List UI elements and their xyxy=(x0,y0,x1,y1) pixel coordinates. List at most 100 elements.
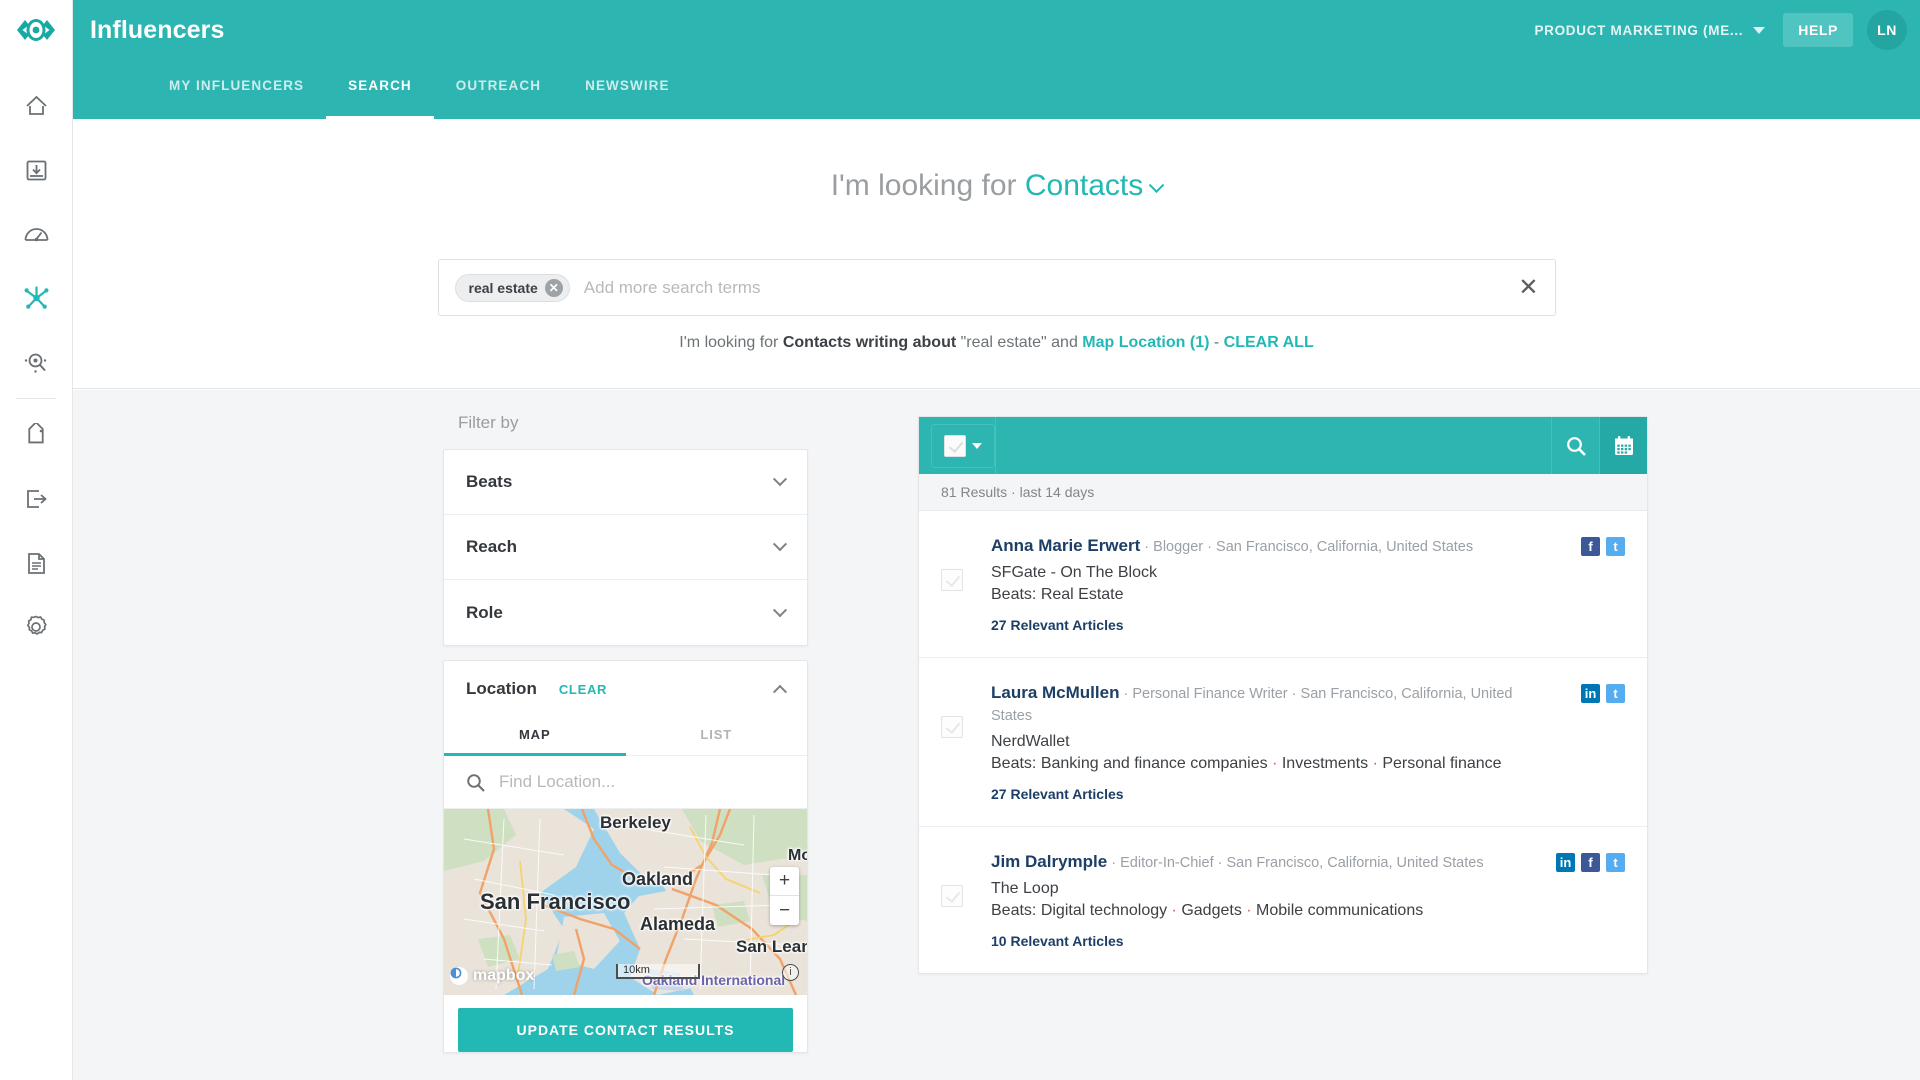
search-icon xyxy=(467,773,485,792)
contact-outlet: SFGate - On The Block xyxy=(991,564,1157,581)
filter-reach-label: Reach xyxy=(466,537,518,556)
linkedin-icon[interactable]: in xyxy=(1581,684,1600,703)
row-checkbox[interactable] xyxy=(941,716,963,738)
contact-name[interactable]: Laura McMullen xyxy=(991,683,1119,702)
filter-location-header[interactable]: Location CLEAR xyxy=(444,661,807,717)
rail-item-export[interactable] xyxy=(0,467,73,531)
rail-item-settings[interactable] xyxy=(0,595,73,659)
facebook-icon[interactable]: f xyxy=(1581,537,1600,556)
social-links: in t xyxy=(1581,684,1625,703)
account-switcher[interactable]: PRODUCT MARKETING (ME... xyxy=(1534,23,1773,38)
row-checkbox[interactable] xyxy=(941,569,963,591)
filter-card: Beats Reach Role xyxy=(443,449,808,646)
date-range-button[interactable] xyxy=(1599,417,1647,474)
tab-my-influencers[interactable]: MY INFLUENCERS xyxy=(147,60,326,119)
rail-item-home[interactable] xyxy=(0,74,73,138)
help-button[interactable]: HELP xyxy=(1783,13,1853,47)
chip-label: real estate xyxy=(468,279,538,296)
location-search-input[interactable] xyxy=(499,772,785,792)
content-area: Filter by Beats Reach Role Location CLEA… xyxy=(73,390,1920,1080)
close-icon[interactable]: ✕ xyxy=(544,278,563,297)
chevron-down-icon xyxy=(1753,26,1766,34)
tab-search[interactable]: SEARCH xyxy=(326,60,434,119)
filter-beats[interactable]: Beats xyxy=(444,450,807,515)
twitter-icon[interactable]: t xyxy=(1606,853,1625,872)
rail-item-tags[interactable] xyxy=(0,403,73,467)
table-row[interactable]: Anna Marie Erwert · Blogger · San Franci… xyxy=(919,511,1647,658)
tab-newswire[interactable]: NEWSWIRE xyxy=(563,60,692,119)
map-info-icon[interactable]: i xyxy=(782,964,799,981)
update-contact-results-button[interactable]: UPDATE CONTACT RESULTS xyxy=(458,1008,793,1052)
filters-column: Filter by Beats Reach Role Location CLEA… xyxy=(443,390,808,1053)
eye-logo-icon xyxy=(17,19,55,41)
relevant-articles-link[interactable]: 10 Relevant Articles xyxy=(991,933,1537,949)
search-box[interactable]: real estate ✕ ✕ xyxy=(437,259,1556,316)
account-label: PRODUCT MARKETING (ME... xyxy=(1534,22,1744,38)
filters-heading: Filter by xyxy=(458,413,519,432)
location-clear-link[interactable]: CLEAR xyxy=(559,682,607,697)
twitter-icon[interactable]: t xyxy=(1606,537,1625,556)
facebook-icon[interactable]: f xyxy=(1581,853,1600,872)
chevron-down-icon[interactable] xyxy=(972,442,982,449)
left-icon-rail xyxy=(0,0,73,1080)
rail-item-reports[interactable] xyxy=(0,531,73,595)
tab-outreach[interactable]: OUTREACH xyxy=(434,60,563,119)
contact-beats: Beats: Digital technology · Gadgets · Mo… xyxy=(991,902,1537,920)
inbox-download-icon xyxy=(26,160,46,180)
row-headline: Laura McMullen · Personal Finance Writer… xyxy=(991,683,1513,724)
location-search-row[interactable] xyxy=(444,756,807,809)
beats-values: Banking and finance companies · Investme… xyxy=(1040,755,1502,772)
location-tab-map[interactable]: MAP xyxy=(444,717,626,756)
filter-reach[interactable]: Reach xyxy=(444,515,807,580)
beats-label: Beats: xyxy=(991,902,1037,919)
clear-search-icon[interactable]: ✕ xyxy=(1506,275,1538,300)
select-all-checkbox[interactable] xyxy=(944,434,966,457)
linkedin-icon[interactable]: in xyxy=(1556,853,1575,872)
app-root: Influencers PRODUCT MARKETING (ME... HEL… xyxy=(0,0,1920,1080)
chevron-down-icon xyxy=(772,472,788,487)
avatar[interactable]: LN xyxy=(1867,10,1907,50)
contact-location: San Francisco, California, United States xyxy=(1226,855,1484,871)
search-hero: I'm looking for Contacts real estate ✕ ✕… xyxy=(73,119,1920,389)
search-type-dropdown[interactable]: Contacts xyxy=(1025,169,1143,202)
location-tab-list[interactable]: LIST xyxy=(626,717,808,755)
clear-all-link[interactable]: CLEAR ALL xyxy=(1224,334,1314,351)
map-zoom-in-button[interactable]: + xyxy=(770,867,799,896)
toolbar-spacer xyxy=(995,417,1551,474)
table-row[interactable]: Jim Dalrymple · Editor-In-Chief · San Fr… xyxy=(919,827,1647,973)
network-hub-icon xyxy=(24,286,48,309)
filter-role[interactable]: Role xyxy=(444,580,807,645)
mapbox-attribution[interactable]: mapbox xyxy=(450,967,534,985)
contact-name[interactable]: Anna Marie Erwert xyxy=(991,536,1140,555)
beats-label: Beats: xyxy=(991,755,1037,772)
row-checkbox[interactable] xyxy=(941,885,963,907)
row-content: Jim Dalrymple · Editor-In-Chief · San Fr… xyxy=(991,851,1647,949)
twitter-icon[interactable]: t xyxy=(1606,684,1625,703)
map-zoom-out-button[interactable]: − xyxy=(770,896,799,925)
chevron-up-icon[interactable] xyxy=(772,684,788,699)
results-toolbar xyxy=(919,417,1647,474)
summary-location-link[interactable]: Map Location (1) xyxy=(1082,334,1209,351)
search-input[interactable] xyxy=(583,277,1507,298)
rail-item-influencers[interactable] xyxy=(0,266,73,330)
chevron-down-icon xyxy=(772,537,788,552)
results-count: 81 Results · last 14 days xyxy=(919,474,1647,511)
app-logo[interactable] xyxy=(0,0,73,60)
location-map[interactable]: Berkeley Oakland Alameda San Francisco S… xyxy=(444,809,807,995)
select-all-dropdown[interactable] xyxy=(931,423,995,468)
chevron-down-icon[interactable] xyxy=(1148,177,1165,194)
filter-location-label: Location xyxy=(466,679,537,698)
rail-item-search-analytics[interactable] xyxy=(0,330,73,394)
relevant-articles-link[interactable]: 27 Relevant Articles xyxy=(991,786,1537,802)
rail-item-dashboard[interactable] xyxy=(0,202,73,266)
contact-name[interactable]: Jim Dalrymple xyxy=(991,852,1107,871)
rail-item-inbox[interactable] xyxy=(0,138,73,202)
location-mode-tabs: MAP LIST xyxy=(444,717,807,756)
summary-separator: - xyxy=(1213,334,1220,351)
search-results-button[interactable] xyxy=(1551,417,1599,474)
search-term-chip[interactable]: real estate ✕ xyxy=(454,273,570,302)
relevant-articles-link[interactable]: 27 Relevant Articles xyxy=(991,617,1537,633)
contact-outlet: NerdWallet xyxy=(991,733,1070,750)
table-row[interactable]: Laura McMullen · Personal Finance Writer… xyxy=(919,658,1647,827)
tag-icon xyxy=(27,423,44,444)
